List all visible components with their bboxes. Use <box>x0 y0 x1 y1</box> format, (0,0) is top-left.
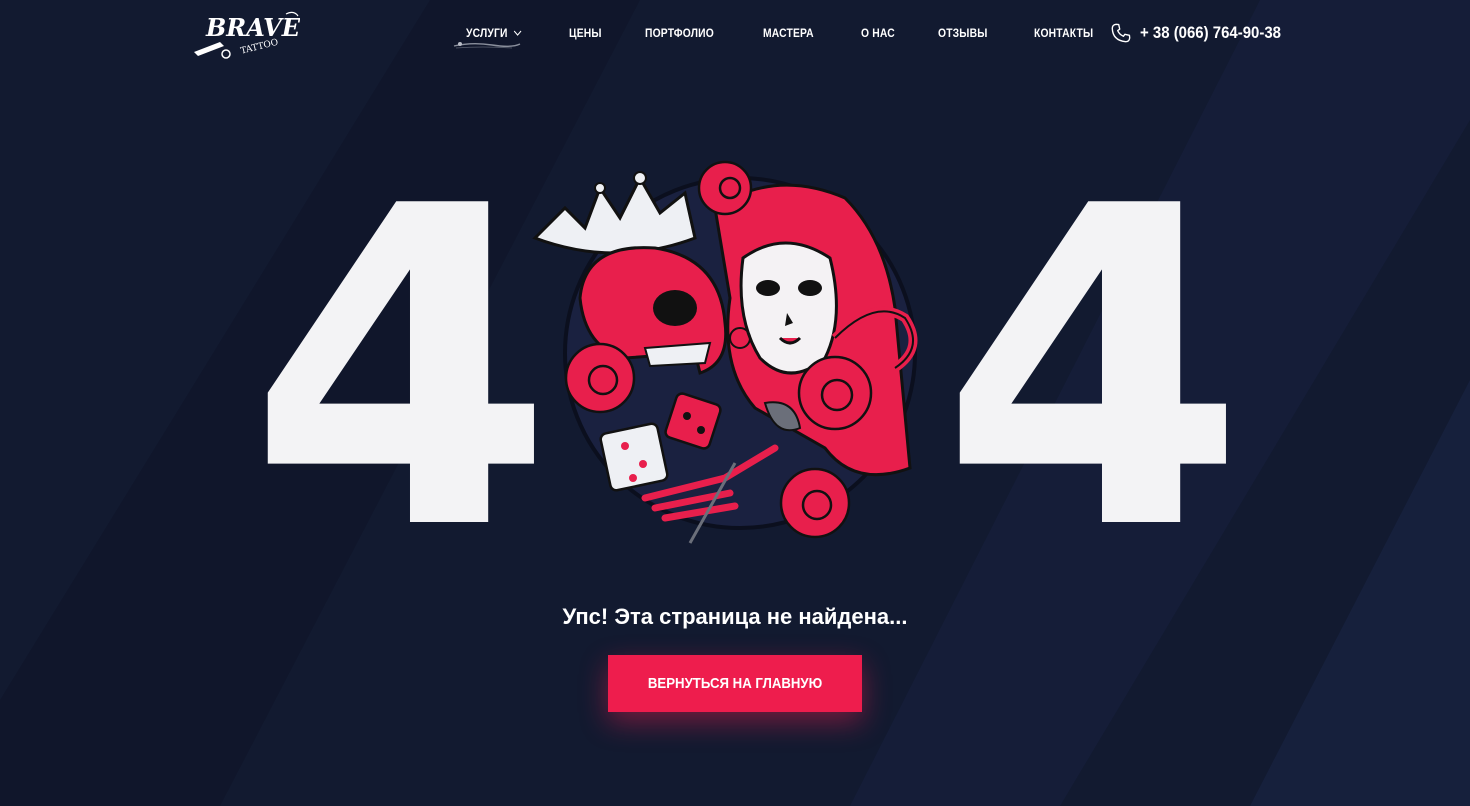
nav-item-about[interactable]: О НАС <box>861 26 895 40</box>
nav-item-masters[interactable]: МАСТЕРА <box>763 26 814 40</box>
back-to-home-button[interactable]: ВЕРНУТЬСЯ НА ГЛАВНУЮ <box>608 655 862 712</box>
nav-item-label: ПОРТФОЛИО <box>645 26 715 40</box>
nav-item-label: МАСТЕРА <box>763 26 815 40</box>
error-digit-right: 4 <box>940 114 1247 626</box>
nav-item-label: О НАС <box>860 26 895 40</box>
svg-text:BRAVE: BRAVE <box>205 13 300 42</box>
nav-item-services[interactable]: УСЛУГИ <box>466 26 522 40</box>
nav-item-portfolio[interactable]: ПОРТФОЛИО <box>645 26 714 40</box>
nav-item-prices[interactable]: ЦЕНЫ <box>569 26 602 40</box>
main-navigation: УСЛУГИ ЦЕНЫ ПОРТФОЛИО МАСТЕРА О НАС ОТЗЫ… <box>466 26 1140 40</box>
site-header: BRAVE TATTOO УСЛУГИ ЦЕНЫ ПОРТФОЛИО МАСТЕ… <box>0 0 1470 70</box>
phone-number: + 38 (066) 764-90-38 <box>1140 23 1281 42</box>
error-digit-left: 4 <box>248 114 555 626</box>
chevron-down-icon <box>514 30 522 36</box>
nav-item-label: ОТЗЫВЫ <box>937 26 988 40</box>
nav-item-label: КОНТАКТЫ <box>1033 26 1093 40</box>
nav-item-reviews[interactable]: ОТЗЫВЫ <box>938 26 987 40</box>
phone-icon <box>1111 23 1131 43</box>
nav-item-label: ЦЕНЫ <box>569 26 603 40</box>
error-message: Упс! Эта страница не найдена... <box>562 604 908 629</box>
brave-tattoo-logo-icon: BRAVE TATTOO <box>194 11 301 59</box>
nav-item-contacts[interactable]: КОНТАКТЫ <box>1034 26 1093 40</box>
phone-link[interactable]: + 38 (066) 764-90-38 <box>1110 22 1300 44</box>
back-to-home-label: ВЕРНУТЬСЯ НА ГЛАВНУЮ <box>647 675 823 692</box>
skull-girl-roses-illustration <box>532 160 918 544</box>
brand-logo[interactable]: BRAVE TATTOO <box>190 6 301 64</box>
nav-item-label: УСЛУГИ <box>466 26 508 40</box>
